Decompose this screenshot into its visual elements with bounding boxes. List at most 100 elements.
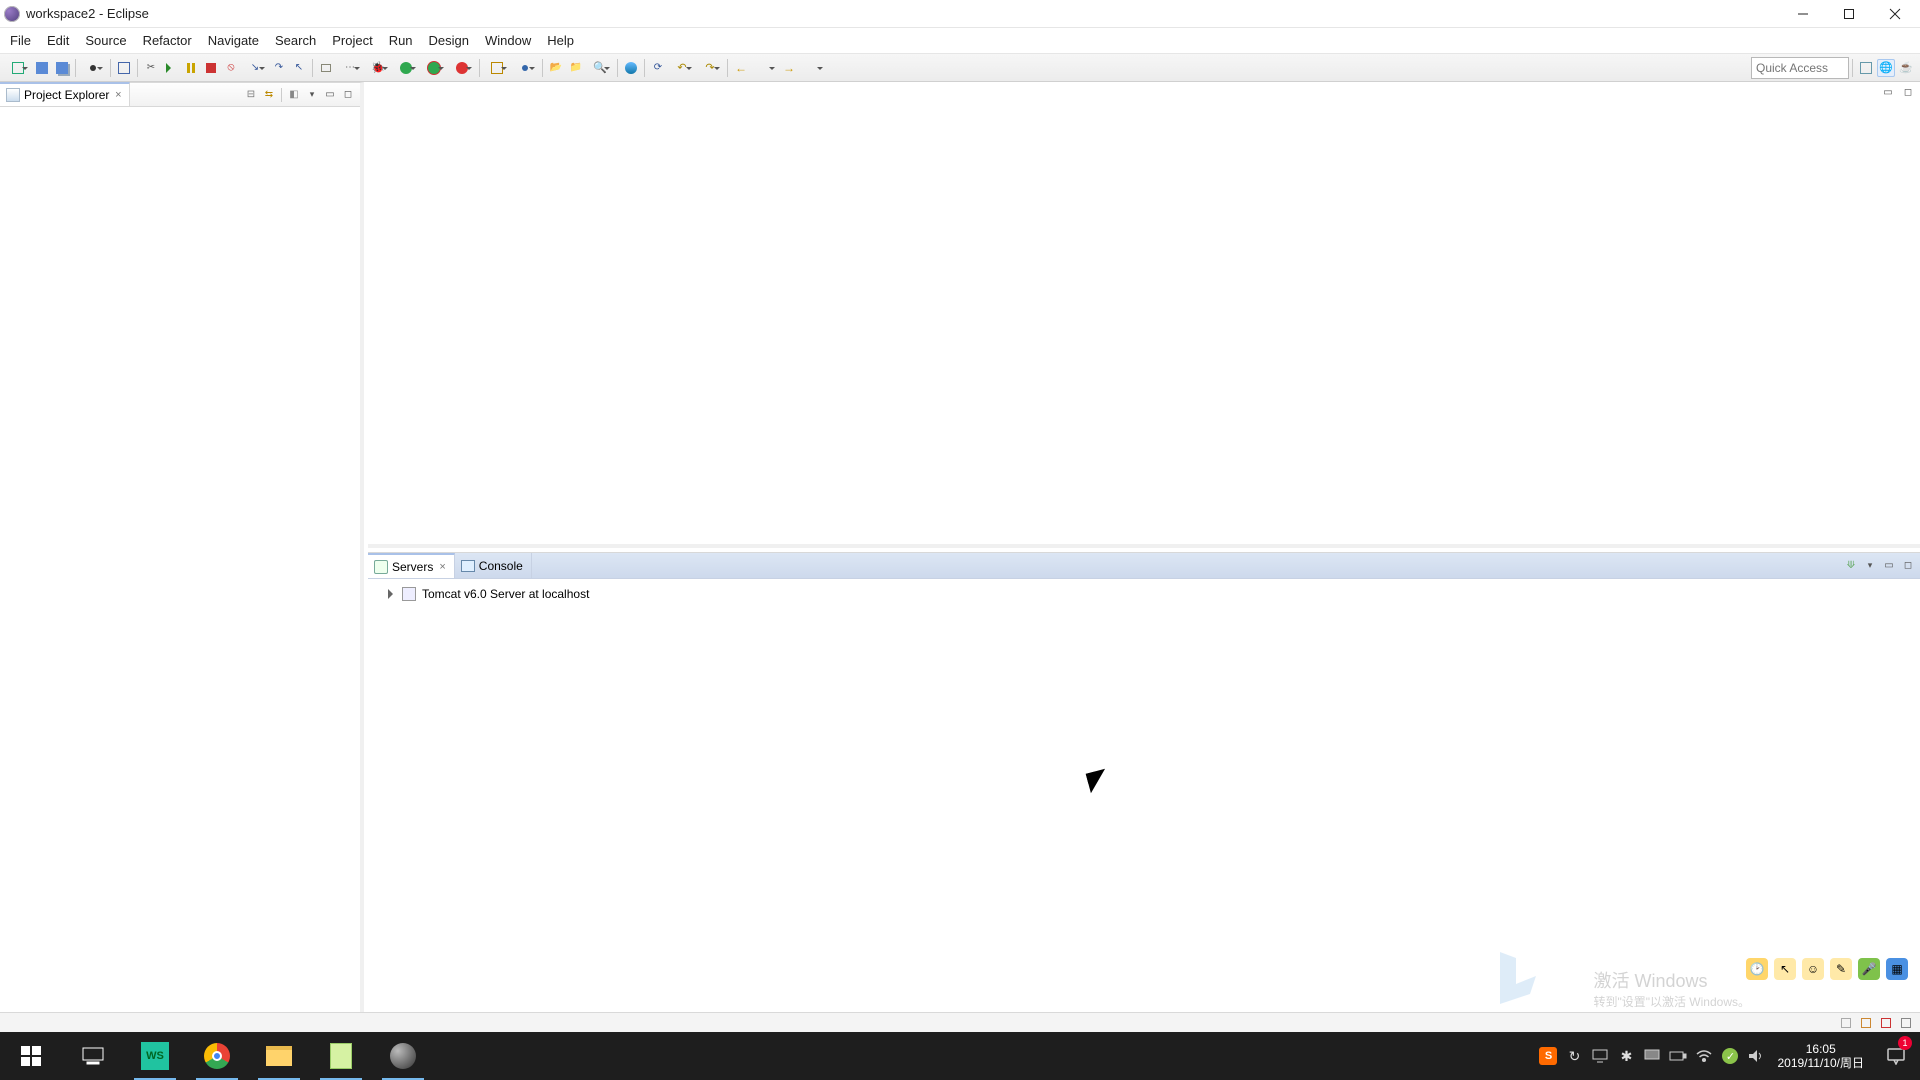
menu-help[interactable]: Help <box>539 28 582 53</box>
maximize-button[interactable] <box>1826 0 1872 28</box>
annotate-mic-icon[interactable]: 🎤 <box>1858 958 1880 980</box>
new-button[interactable] <box>5 59 31 77</box>
minimize-view-icon[interactable]: ▭ <box>322 87 338 103</box>
new-class-button[interactable] <box>512 59 538 77</box>
menu-run[interactable]: Run <box>381 28 421 53</box>
build-button[interactable] <box>80 59 106 77</box>
tray-monitor-icon[interactable] <box>1587 1032 1613 1080</box>
server-item[interactable]: Tomcat v6.0 Server at localhost <box>378 585 1910 603</box>
task-view-button[interactable] <box>62 1032 124 1080</box>
menu-design[interactable]: Design <box>421 28 477 53</box>
close-button[interactable] <box>1872 0 1918 28</box>
servers-tree[interactable]: Tomcat v6.0 Server at localhost <box>368 579 1920 609</box>
toggle-mark-button[interactable] <box>317 59 335 77</box>
open-perspective-button[interactable] <box>1857 59 1875 77</box>
tray-volume-icon[interactable] <box>1743 1032 1769 1080</box>
taskbar-app-webstorm[interactable]: WS <box>124 1032 186 1080</box>
focus-task-icon[interactable]: ◧ <box>286 87 302 103</box>
main-toolbar: ✂ ⦸ ↘ ↷ ↖ ⋯ 🐞 📂 📁 🔍 ⟳ ↶ ↷ ← → 🌐 ☕ <box>0 54 1920 82</box>
view-menu-icon[interactable]: ▾ <box>304 87 320 103</box>
tray-extension-icon[interactable]: ✱ <box>1613 1032 1639 1080</box>
text-format-button[interactable]: ⋯ <box>337 59 363 77</box>
servers-minimize-icon[interactable]: ▭ <box>1881 558 1897 574</box>
search-button[interactable]: 🔍 <box>587 59 613 77</box>
link-editor-icon[interactable]: ⇆ <box>261 87 277 103</box>
taskbar-app-explorer[interactable] <box>248 1032 310 1080</box>
menu-refactor[interactable]: Refactor <box>135 28 200 53</box>
synchronize-button[interactable]: ⟳ <box>649 59 667 77</box>
trim-stack-4-icon[interactable] <box>1898 1015 1914 1031</box>
step-into-button[interactable]: ↘ <box>242 59 268 77</box>
cut-icon[interactable]: ✂ <box>142 59 160 77</box>
servers-view-menu-icon[interactable]: ▾ <box>1862 558 1878 574</box>
save-all-button[interactable] <box>53 59 71 77</box>
menu-navigate[interactable]: Navigate <box>200 28 267 53</box>
open-type-button[interactable]: 📂 <box>547 59 565 77</box>
forward-history-button[interactable] <box>800 59 826 77</box>
step-over-button[interactable]: ↷ <box>270 59 288 77</box>
run-button[interactable] <box>393 59 419 77</box>
disconnect-button[interactable]: ⦸ <box>222 59 240 77</box>
menu-file[interactable]: File <box>2 28 39 53</box>
close-servers-tab-icon[interactable]: × <box>437 561 445 573</box>
taskbar-app-eclipse[interactable] <box>372 1032 434 1080</box>
close-view-icon[interactable]: × <box>113 90 123 100</box>
save-button[interactable] <box>33 59 51 77</box>
expand-toggle-icon[interactable] <box>386 589 396 599</box>
back-history-button[interactable] <box>752 59 778 77</box>
taskbar-app-chrome[interactable] <box>186 1032 248 1080</box>
tray-sogou-icon[interactable]: S <box>1535 1032 1561 1080</box>
menu-source[interactable]: Source <box>77 28 134 53</box>
perspective-java-ee-button[interactable]: 🌐 <box>1877 59 1895 77</box>
perspective-java-button[interactable]: ☕ <box>1897 59 1915 77</box>
menu-edit[interactable]: Edit <box>39 28 77 53</box>
forward-button[interactable]: → <box>780 59 798 77</box>
taskbar-clock[interactable]: 16:05 2019/11/10/周日 <box>1769 1032 1872 1080</box>
servers-publish-icon[interactable]: ⟱ <box>1843 558 1859 574</box>
open-web-button[interactable] <box>622 59 640 77</box>
editor-minimize-icon[interactable]: ▭ <box>1880 84 1896 100</box>
servers-tab[interactable]: Servers × <box>368 553 455 578</box>
tray-wifi-icon[interactable] <box>1691 1032 1717 1080</box>
taskbar-app-notepad[interactable] <box>310 1032 372 1080</box>
start-button[interactable] <box>0 1032 62 1080</box>
menu-project[interactable]: Project <box>324 28 380 53</box>
new-package-button[interactable] <box>484 59 510 77</box>
annotate-pen-icon[interactable]: ✎ <box>1830 958 1852 980</box>
run-external-button[interactable] <box>421 59 447 77</box>
minimize-button[interactable] <box>1780 0 1826 28</box>
project-explorer-tab[interactable]: Project Explorer × <box>0 82 130 106</box>
run-last-button[interactable] <box>162 59 180 77</box>
maximize-view-icon[interactable]: ◻ <box>340 87 356 103</box>
open-task-button[interactable]: 📁 <box>567 59 585 77</box>
previous-edit-button[interactable]: ↶ <box>669 59 695 77</box>
menu-window[interactable]: Window <box>477 28 539 53</box>
menu-search[interactable]: Search <box>267 28 324 53</box>
tray-battery-icon[interactable] <box>1665 1032 1691 1080</box>
servers-maximize-icon[interactable]: ◻ <box>1900 558 1916 574</box>
annotate-timestamp-icon[interactable]: 🕑 <box>1746 958 1768 980</box>
editor-maximize-icon[interactable]: ◻ <box>1900 84 1916 100</box>
annotate-pointer-icon[interactable]: ↖ <box>1774 958 1796 980</box>
back-button[interactable]: ← <box>732 59 750 77</box>
trim-stack-2-icon[interactable] <box>1858 1015 1874 1031</box>
quick-access-input[interactable] <box>1751 57 1849 79</box>
tray-security-icon[interactable]: ✓ <box>1717 1032 1743 1080</box>
launch-config-button[interactable] <box>449 59 475 77</box>
action-center-button[interactable]: 1 <box>1872 1032 1920 1080</box>
step-return-button[interactable]: ↖ <box>290 59 308 77</box>
annotate-smile-icon[interactable]: ☺ <box>1802 958 1824 980</box>
annotate-grid-icon[interactable]: ▦ <box>1886 958 1908 980</box>
trim-stack-1-icon[interactable] <box>1838 1015 1854 1031</box>
project-explorer-tree[interactable] <box>0 107 360 1032</box>
stop-button[interactable] <box>202 59 220 77</box>
suspend-button[interactable] <box>182 59 200 77</box>
trim-stack-3-icon[interactable] <box>1878 1015 1894 1031</box>
debug-button[interactable]: 🐞 <box>365 59 391 77</box>
console-tab[interactable]: Console <box>455 553 532 578</box>
collapse-all-icon[interactable]: ⊟ <box>243 87 259 103</box>
open-console-button[interactable] <box>115 59 133 77</box>
tray-update-icon[interactable]: ↻ <box>1561 1032 1587 1080</box>
next-annotation-button[interactable]: ↷ <box>697 59 723 77</box>
tray-display-icon[interactable] <box>1639 1032 1665 1080</box>
